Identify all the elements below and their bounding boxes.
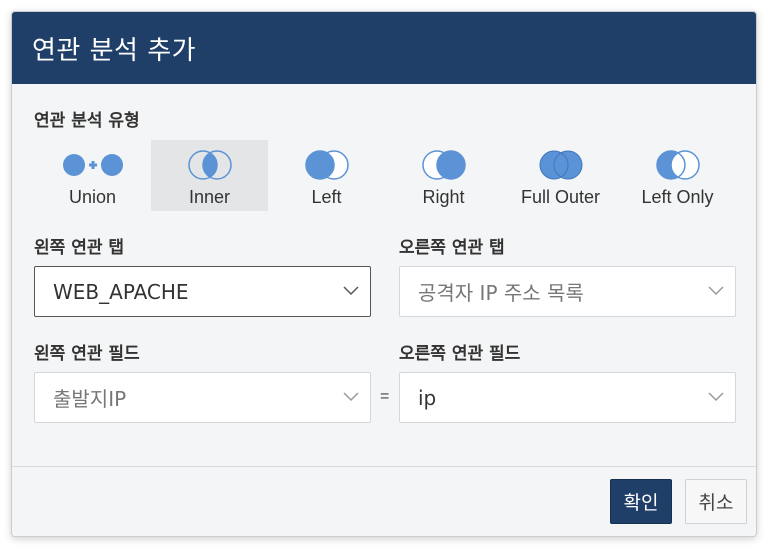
type-label-left-only: Left Only: [641, 187, 714, 207]
left-join-icon: [304, 150, 349, 180]
left-tab-select[interactable]: WEB_APACHE: [34, 266, 371, 317]
confirm-button[interactable]: 확인: [610, 479, 672, 524]
right-field-value: ip: [418, 385, 437, 410]
equals-sign: =: [380, 388, 390, 405]
type-option-union[interactable]: Union: [34, 140, 151, 211]
chevron-down-icon: [708, 392, 724, 402]
cancel-button[interactable]: 취소: [685, 479, 747, 524]
left-field-placeholder: 출발지IP: [53, 387, 127, 411]
dialog-header: 연관 분석 추가: [12, 12, 756, 84]
right-tab-select[interactable]: 공격자 IP 주소 목록: [399, 266, 736, 317]
chevron-down-icon: [343, 392, 359, 402]
chevron-down-icon: [708, 286, 724, 296]
type-label-right: Right: [422, 187, 465, 207]
dialog-footer: 확인 취소: [12, 466, 756, 536]
right-tab-placeholder: 공격자 IP 주소 목록: [418, 281, 584, 305]
union-icon: [62, 154, 123, 176]
left-tab-value: WEB_APACHE: [53, 279, 189, 304]
dialog-body: 연관 분석 유형 Union Inner Left Right Full Out…: [12, 84, 756, 468]
type-option-inner[interactable]: Inner: [151, 140, 268, 211]
left-field-select[interactable]: 출발지IP: [34, 372, 371, 423]
right-join-icon: [421, 150, 466, 180]
right-field-label: 오른쪽 연관 필드: [399, 344, 521, 364]
correlation-type-selector: Union Inner Left Right Full Outer Left O…: [34, 140, 736, 211]
inner-join-icon: [187, 150, 232, 180]
dialog-title: 연관 분석 추가: [32, 35, 197, 66]
type-option-right[interactable]: Right: [385, 140, 502, 211]
left-field-label: 왼쪽 연관 필드: [34, 344, 140, 364]
chevron-down-icon: [343, 286, 359, 296]
left-only-join-icon: [655, 150, 700, 180]
type-label-inner: Inner: [188, 187, 231, 207]
full-outer-join-icon: [539, 150, 582, 180]
type-option-full-outer[interactable]: Full Outer: [502, 140, 619, 211]
type-option-left[interactable]: Left: [268, 140, 385, 211]
correlation-type-label: 연관 분석 유형: [34, 111, 140, 131]
type-label-union: Union: [68, 187, 117, 207]
add-correlation-dialog: 연관 분석 추가 연관 분석 유형 Union Inner Left Right…: [11, 11, 757, 537]
right-tab-label: 오른쪽 연관 탭: [399, 238, 505, 258]
type-label-full-outer: Full Outer: [520, 187, 601, 207]
type-option-left-only[interactable]: Left Only: [619, 140, 736, 211]
left-tab-label: 왼쪽 연관 탭: [34, 238, 125, 258]
type-label-left: Left: [311, 187, 342, 207]
right-field-select[interactable]: ip: [399, 372, 736, 423]
